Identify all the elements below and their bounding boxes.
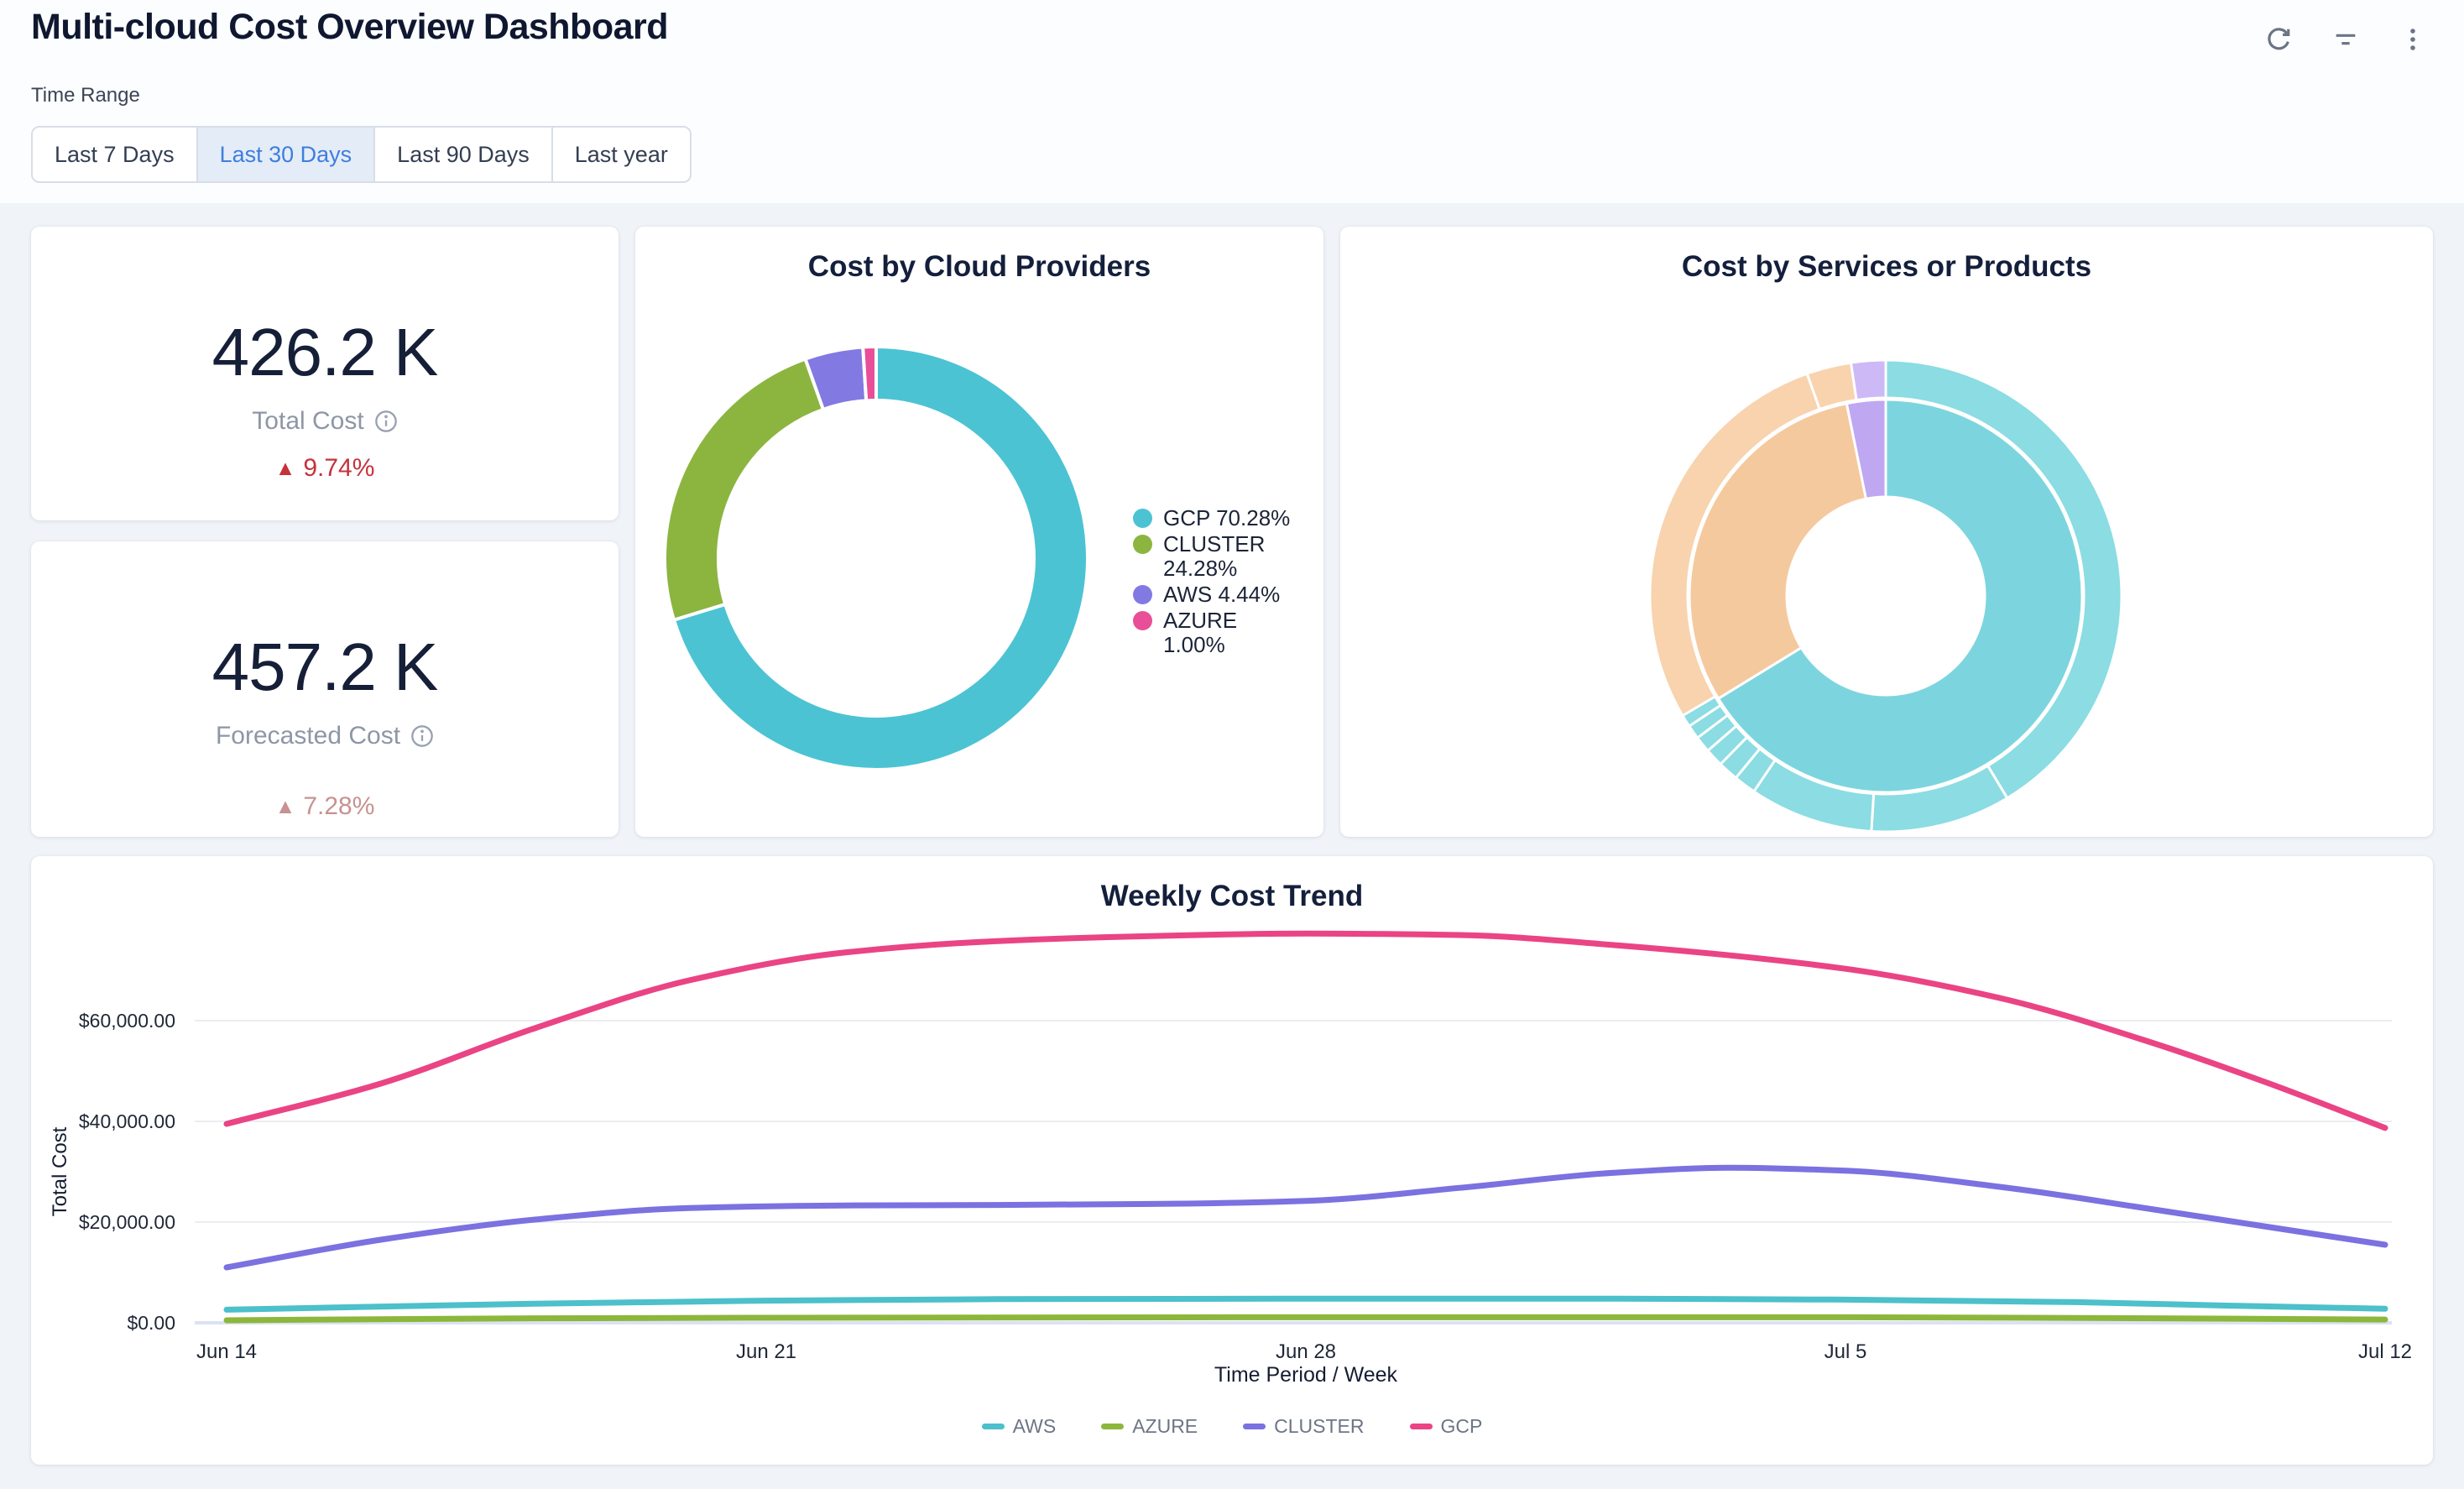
forecasted-cost-card: 457.2 K Forecasted Cost ▲ 7.28% [31, 541, 619, 837]
line-series-aws[interactable] [227, 1298, 2385, 1309]
services-sunburst[interactable] [1340, 227, 2433, 837]
legend-label: GCP [1441, 1415, 1483, 1438]
total-cost-value: 426.2 K [212, 314, 438, 391]
legend-label: AWS [1013, 1415, 1057, 1438]
time-range-group: Last 7 Days Last 30 Days Last 90 Days La… [31, 126, 692, 183]
legend-swatch [1133, 585, 1152, 604]
legend-swatch [1243, 1424, 1266, 1429]
legend-swatch [1133, 535, 1152, 554]
filter-button[interactable] [2331, 25, 2360, 54]
legend-swatch [982, 1424, 1005, 1429]
y-tick-label: $0.00 [127, 1312, 175, 1334]
y-tick-label: $40,000.00 [79, 1110, 175, 1132]
sunburst-segment-aws-product-1[interactable] [1851, 360, 1886, 400]
x-tick-label: Jun 14 [196, 1340, 257, 1363]
more-options-button[interactable] [2399, 25, 2427, 54]
info-icon[interactable] [410, 724, 434, 748]
x-tick-label: Jun 28 [1276, 1340, 1336, 1363]
total-cost-card: 426.2 K Total Cost ▲ 9.74% [31, 227, 619, 520]
trend-legend-item-azure[interactable]: AZURE [1101, 1415, 1198, 1438]
cost-by-services-card: Cost by Services or Products [1340, 227, 2433, 837]
total-cost-delta: ▲ 9.74% [275, 455, 375, 482]
total-cost-label: Total Cost [252, 408, 397, 435]
filter-icon [2332, 26, 2359, 53]
donut-slice-cluster[interactable] [665, 359, 823, 620]
legend-swatch [1101, 1424, 1124, 1429]
donut-slice-azure[interactable] [863, 347, 876, 400]
y-tick-label: $20,000.00 [79, 1211, 175, 1233]
legend-swatch [1133, 509, 1152, 528]
trend-plot[interactable]: $0.00 $20,000.00 $40,000.00 $60,000.00 Jun 1… [31, 856, 2433, 1465]
legend-label: AZURE [1132, 1415, 1198, 1438]
trend-up-icon: ▲ [275, 455, 296, 482]
trend-up-icon: ▲ [275, 793, 296, 820]
info-icon[interactable] [374, 410, 398, 433]
time-range-label: Time Range [31, 84, 140, 107]
legend-label: AWS 4.44% [1163, 583, 1280, 607]
forecasted-cost-delta: ▲ 7.28% [275, 793, 375, 820]
weekly-cost-trend-card: Weekly Cost Trend $0.00$20,000.00$40,000… [31, 856, 2433, 1465]
refresh-icon [2265, 26, 2292, 53]
y-tick-label: $60,000.00 [79, 1010, 175, 1032]
x-axis-title: Time Period / Week [1214, 1363, 1398, 1387]
legend-item-cluster[interactable]: CLUSTER 24.28% [1133, 532, 1305, 581]
time-range-option-last-30-days[interactable]: Last 30 Days [196, 128, 374, 181]
header-actions [2264, 25, 2427, 54]
forecasted-cost-label: Forecasted Cost [216, 723, 434, 750]
page-title: Multi-cloud Cost Overview Dashboard [31, 7, 668, 48]
x-tick-label: Jul 12 [2358, 1340, 2412, 1363]
kebab-menu-icon [2399, 26, 2426, 53]
trend-legend-item-aws[interactable]: AWS [982, 1415, 1057, 1438]
providers-legend: GCP 70.28%CLUSTER 24.28%AWS 4.44%AZURE 1… [1133, 506, 1305, 657]
time-range-option-last-7-days[interactable]: Last 7 Days [33, 128, 196, 181]
line-series-azure[interactable] [227, 1317, 2385, 1320]
time-range-option-last-year[interactable]: Last year [551, 128, 690, 181]
line-series-cluster[interactable] [227, 1168, 2385, 1267]
forecasted-cost-value: 457.2 K [212, 629, 438, 706]
line-series-gcp[interactable] [227, 933, 2385, 1128]
legend-swatch [1410, 1424, 1433, 1429]
trend-legend-item-cluster[interactable]: CLUSTER [1243, 1415, 1364, 1438]
trend-legend-item-gcp[interactable]: GCP [1410, 1415, 1483, 1438]
legend-swatch [1133, 611, 1152, 630]
legend-item-gcp[interactable]: GCP 70.28% [1133, 506, 1305, 530]
legend-item-aws[interactable]: AWS 4.44% [1133, 583, 1305, 607]
x-tick-label: Jun 21 [736, 1340, 796, 1363]
time-range-option-last-90-days[interactable]: Last 90 Days [373, 128, 551, 181]
refresh-button[interactable] [2264, 25, 2293, 54]
legend-label: CLUSTER 24.28% [1163, 532, 1305, 581]
legend-item-azure[interactable]: AZURE 1.00% [1133, 609, 1305, 657]
cost-by-providers-card: Cost by Cloud Providers GCP 70.28%CLUSTE… [635, 227, 1323, 837]
legend-label: GCP 70.28% [1163, 506, 1290, 530]
trend-legend: AWS AZURE CLUSTER GCP [31, 1415, 2433, 1438]
y-axis-title: Total Cost [49, 1126, 71, 1216]
legend-label: AZURE 1.00% [1163, 609, 1305, 657]
x-tick-label: Jul 5 [1825, 1340, 1867, 1363]
legend-label: CLUSTER [1274, 1415, 1364, 1438]
